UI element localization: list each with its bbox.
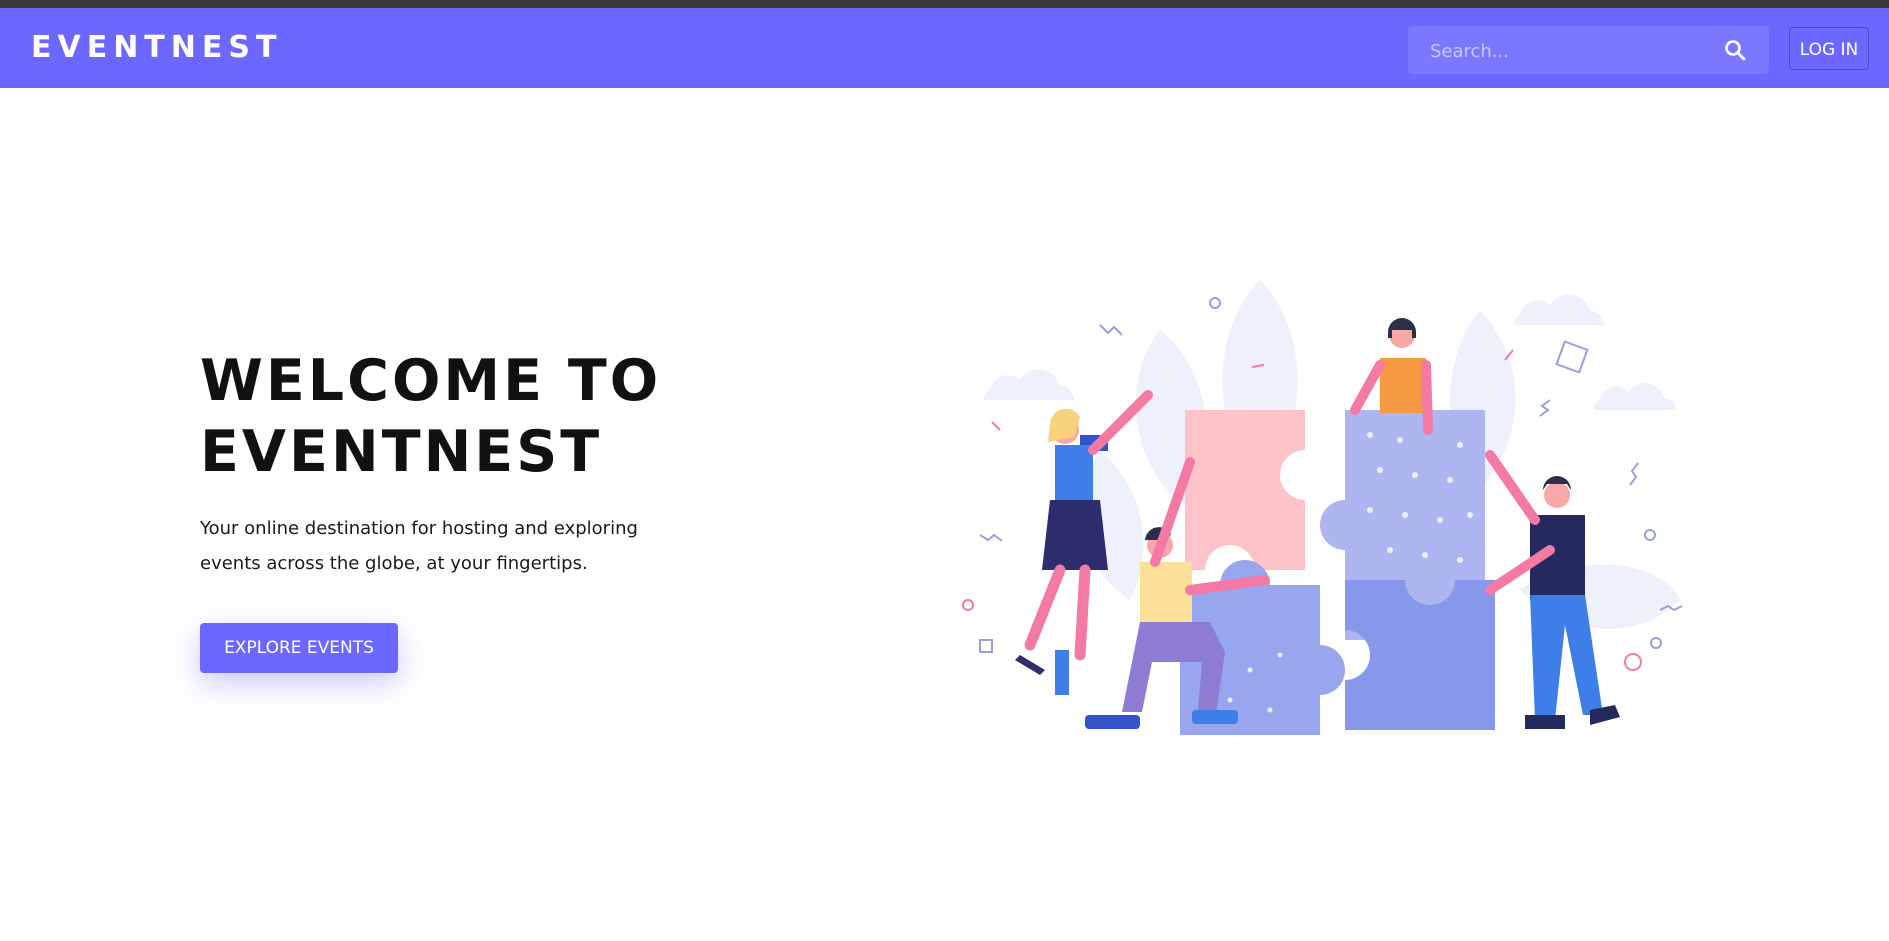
hero-title: WELCOME TO EVENTNEST [200,346,700,488]
navbar: EVENTNEST LOG IN [0,8,1889,88]
browser-top-edge [0,0,1889,8]
hero-subtitle-line-2: events across the globe, at your fingert… [200,553,588,574]
hero-title-line-1: WELCOME TO [200,348,662,414]
hero-title-line-2: EVENTNEST [200,419,603,485]
team-puzzle-illustration [962,280,1683,735]
puzzle-pieces [1180,410,1495,735]
brand-logo[interactable]: EVENTNEST [31,30,282,65]
login-button[interactable]: LOG IN [1789,27,1869,70]
puzzle-piece-pink [1185,410,1305,570]
search-icon[interactable] [1723,38,1747,62]
background-clouds [983,294,1676,410]
search-box[interactable] [1408,26,1769,76]
search-input[interactable] [1428,26,1722,76]
explore-events-button[interactable]: EXPLORE EVENTS [200,623,398,673]
hero-subtitle: Your online destination for hosting and … [200,511,670,581]
hero-subtitle-line-1: Your online destination for hosting and … [200,518,638,539]
